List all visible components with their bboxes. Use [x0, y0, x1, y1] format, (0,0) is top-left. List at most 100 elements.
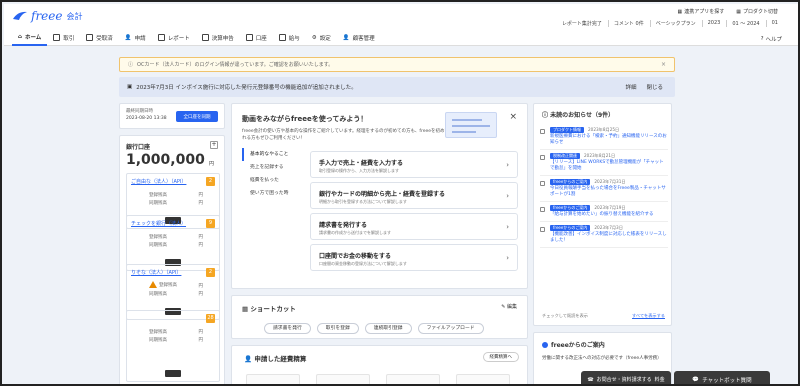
video-tab[interactable]: 経費を払った [242, 174, 302, 187]
news-date: 2023年7月19日 [594, 205, 626, 210]
nav-settings[interactable]: ⚙ 設定 [306, 30, 337, 46]
nav-home[interactable]: ⌂ ホーム [12, 30, 48, 46]
news-checkbox[interactable] [540, 129, 545, 134]
nav-tax-filing[interactable]: 決算申告 [196, 30, 240, 46]
sync-all-button[interactable]: 全口座を同期 [176, 111, 218, 122]
account-badge[interactable]: 9 [206, 219, 215, 228]
news-text[interactable]: 新規医療費における「検索・予約」通知機能リリースのお知らせ [550, 134, 668, 146]
video-item-desc: 取引登録の操作から、入力方法を解説します [319, 168, 399, 173]
period-range[interactable]: 01 〜 2024 [726, 20, 760, 27]
bank-icon [245, 34, 253, 41]
account-row-value: 円 [198, 292, 204, 297]
expense-link-button[interactable]: 経費精算へ [482, 352, 519, 362]
video-tab[interactable]: 基本的なやること [242, 148, 302, 161]
bank-accounts-card: 銀行口座 + 1,000,000 円 ご自由な（法人）（API） 2 登録残高 … [119, 135, 225, 384]
info-text[interactable]: 労働に関する改正法への対応が必要です（freee人事労務） [542, 355, 666, 362]
person-icon: 👤 [124, 34, 132, 41]
payroll-icon [278, 34, 286, 41]
video-tab[interactable]: 売上を記録する [242, 161, 302, 174]
video-item[interactable]: 手入力で売上・経費を入力する 取引登録の操作から、入力方法を解説します › [310, 151, 518, 178]
sync-label: 最終同期日時 [126, 109, 153, 114]
news-item[interactable]: freeeからのご案内 2023年7月3日 【機能改善】インボイス制度に対応した帳… [540, 222, 668, 248]
news-date: 2023年8月25日 [588, 127, 620, 132]
account-name[interactable]: ご自由な（法人）（API） [131, 178, 186, 185]
freee-dot-icon [542, 341, 548, 348]
news-text[interactable]: 今日役員報酬手当を払った場合をFreee製品・チャットサポートが1割 [550, 186, 668, 198]
video-item-title: 銀行やカードの明細から売上・経費を登録する [319, 191, 446, 198]
account-row-value: 円 [198, 330, 204, 335]
video-item[interactable]: 口座間でお金の移動をする 口座間の資金移動の登録方法について解説します › [310, 244, 518, 271]
nav-received[interactable]: 受取済 [80, 30, 119, 46]
account-badge[interactable]: 2 [206, 268, 215, 277]
account-action-button[interactable] [165, 370, 181, 377]
help-link[interactable]: ? ヘルプ [761, 35, 782, 43]
video-item[interactable]: 銀行やカードの明細から売上・経費を登録する 明細から取引を登録する方法について解… [310, 182, 518, 209]
video-tab[interactable]: 使い方で困った時 [242, 187, 302, 200]
period-end[interactable]: 01 [765, 20, 778, 27]
invoice-notice: ▣ 2023年7月3日 インボイス施行に対応した発行元登録番号の機能追加が追加さ… [119, 77, 675, 97]
account-badge[interactable]: 2 [206, 177, 215, 186]
account-name[interactable]: チェックを銀行（法人） [131, 220, 186, 227]
account-name[interactable]: りそな（法人）（API） [131, 269, 181, 276]
video-item-title: 手入力で売上・経費を入力する [319, 160, 404, 167]
switch-icon: ▦ [736, 8, 741, 15]
video-item[interactable]: 請求書を発行する 請求書の作成から送付までを解説します › [310, 213, 518, 240]
account-row-label: 登録残高 [149, 330, 167, 335]
news-checkbox[interactable] [540, 227, 545, 232]
news-text[interactable]: 【リリース】LINE WORKSで勤怠管理機能が「チャットで勤怠」を開始 [550, 160, 668, 172]
list-icon [53, 34, 61, 41]
news-text[interactable]: 「給与計算を始めたい」の振り替え機能を紹介する [550, 212, 668, 218]
news-item[interactable]: 税制改正関連 2023年8月21日 【リリース】LINE WORKSで勤怠管理機能… [540, 150, 668, 176]
mark-read-link[interactable]: チェックして既読を表示 [542, 313, 588, 319]
fiscal-year[interactable]: 2023 [701, 20, 720, 27]
news-tag: freeeからのご案内 [550, 225, 591, 231]
notice-close-button[interactable]: 閉じる [646, 83, 663, 91]
add-account-button[interactable]: + [210, 141, 218, 149]
video-item-desc: 明細から取引を登録する方法について解説します [319, 199, 407, 204]
close-icon[interactable]: × [661, 61, 666, 68]
news-tag: 税制改正関連 [550, 153, 580, 159]
bank-unit: 円 [208, 161, 214, 167]
sync-value: 2023-08-20 13:38 [126, 116, 167, 121]
news-checkbox[interactable] [540, 155, 545, 160]
account-row-value: 円 [198, 243, 204, 248]
plan-label: ベーシックプラン [649, 20, 696, 27]
nav-transactions[interactable]: 取引 [47, 30, 80, 46]
shortcut-invoice-button[interactable]: 請求書を発行 [264, 323, 311, 334]
news-checkbox[interactable] [540, 181, 545, 186]
expense-card: 👤 申請した経費精算 経費精算へ [231, 345, 528, 384]
close-icon[interactable]: × [509, 112, 517, 122]
comment-count[interactable]: コメント 0件 [607, 20, 644, 27]
shortcut-transaction-button[interactable]: 取引を登録 [316, 323, 359, 334]
nav-customers[interactable]: 👤 顧客管理 [337, 30, 381, 46]
freee-logo[interactable]: freee 会計 [12, 9, 82, 23]
news-item[interactable]: freeeからのご案内 2023年7月31日 今日役員報酬手当を払った場合をFre… [540, 176, 668, 202]
shortcut-upload-button[interactable]: ファイルアップロード [417, 323, 484, 334]
product-switch-link[interactable]: ▦ プロダクト切替 [736, 8, 778, 16]
nav-report[interactable]: レポート [152, 30, 196, 46]
find-apps-link[interactable]: ▦ 連携アプリを探す [677, 8, 725, 16]
news-item[interactable]: freeeからのご案内 2023年7月19日 「給与計算を始めたい」の振り替え機能… [540, 202, 668, 222]
nav-request[interactable]: 👤 申請 [119, 30, 152, 46]
chevron-right-icon: › [506, 254, 509, 262]
news-checkbox[interactable] [540, 207, 545, 212]
shortcut-edit-button[interactable]: ✎ 編集 [501, 303, 517, 310]
document-icon [201, 34, 209, 41]
account-row-value: 円 [198, 193, 204, 198]
account-item: チェックを銀行（法人） 9 登録残高 円 同期残高 円 [126, 215, 220, 271]
grid-icon: ▦ [677, 8, 683, 15]
news-text[interactable]: 【機能改善】インボイス制度に対応した帳表をリリースしました！ [550, 232, 668, 244]
news-item[interactable]: プロダクト情報 2023年8月25日 新規医療費における「検索・予約」通知機能リリ… [540, 124, 668, 150]
question-icon: ? [760, 36, 764, 42]
shortcut-continuous-button[interactable]: 連続取引登録 [364, 323, 412, 334]
nav-payroll[interactable]: 給与 [273, 30, 306, 46]
account-badge[interactable]: 28 [206, 314, 215, 323]
show-all-link[interactable]: すべてを表示する [632, 313, 665, 319]
support-button[interactable]: ☎ お問合せ・資料請求する 料金 [581, 371, 671, 384]
video-item-desc: 請求書の作成から送付までを解説します [319, 230, 391, 235]
info-title: freeeからのご案内 [542, 340, 605, 349]
alert-text[interactable]: OCカード（法人カード）のログイン情報が違っています。ご確認をお願いいたします。 [137, 61, 333, 68]
notice-detail-link[interactable]: 詳細 [625, 83, 636, 91]
nav-accounts[interactable]: 口座 [240, 30, 273, 46]
chatbot-button[interactable]: 💬 チャットボット質問 [674, 371, 770, 384]
